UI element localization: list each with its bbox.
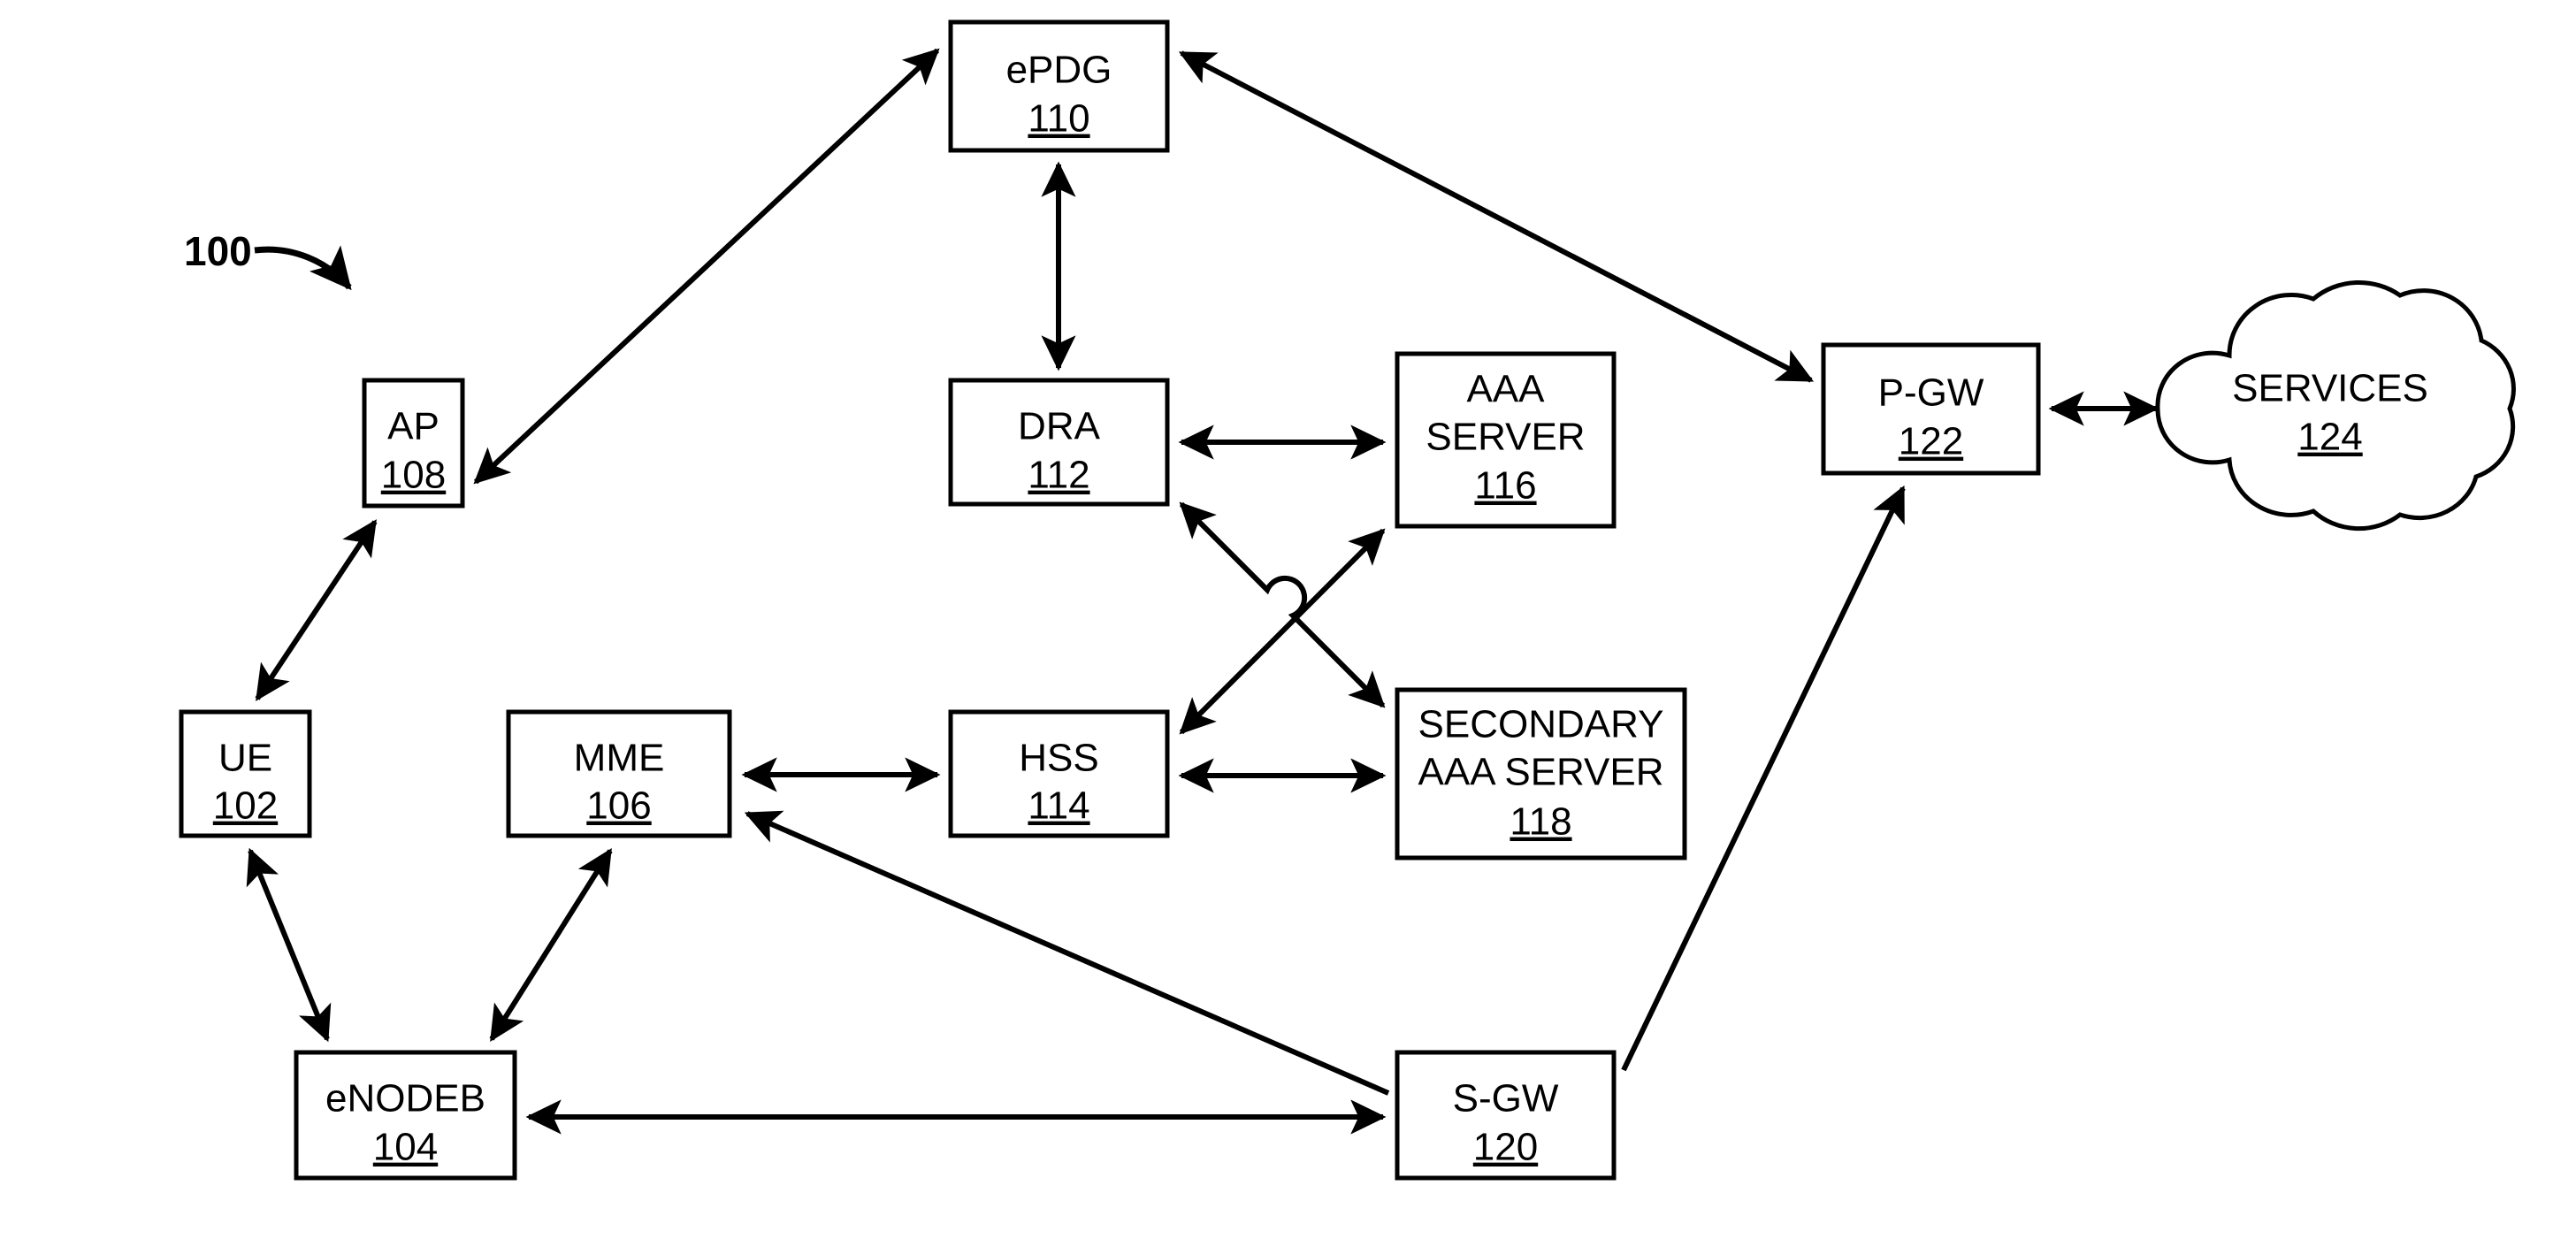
node-dra[interactable]: DRA 112	[948, 378, 1170, 507]
edge-hss-aaa	[1179, 528, 1386, 735]
node-dra-label: DRA	[1018, 405, 1101, 448]
node-services-label: SERVICES	[2232, 367, 2428, 410]
figure-number-lead-arrow	[254, 245, 352, 291]
node-secondary-aaa-server[interactable]: SECONDARY AAA SERVER 118	[1395, 687, 1687, 860]
node-epdg[interactable]: ePDG 110	[948, 19, 1170, 153]
node-enodeb[interactable]: eNODEB 104	[294, 1050, 517, 1181]
node-pgw-ref: 122	[1899, 420, 1963, 463]
node-enodeb-ref: 104	[373, 1126, 438, 1169]
edge-sgw-mme	[744, 810, 1390, 1096]
node-epdg-ref: 110	[1028, 97, 1089, 141]
edges-layer	[246, 48, 2159, 1135]
node-aaa-server[interactable]: AAA SERVER 116	[1395, 351, 1617, 529]
node-pgw-label: P-GW	[1878, 371, 1984, 415]
node-hss[interactable]: HSS 114	[948, 709, 1170, 838]
edge-ap-epdg	[473, 48, 940, 485]
figure-canvas: 100 UE 102 eNODEB 104 MME 106 AP 108 ePD…	[0, 0, 2576, 1239]
node-ap-label: AP	[387, 405, 440, 448]
node-ap-ref: 108	[381, 454, 446, 497]
node-services[interactable]: SERVICES 124	[2155, 279, 2516, 532]
node-sgw-label: S-GW	[1453, 1077, 1559, 1120]
node-ap[interactable]: AP 108	[362, 378, 465, 509]
node-epdg-label: ePDG	[1006, 49, 1112, 92]
edge-ue-enodeb	[246, 847, 332, 1043]
node-services-ref: 124	[2297, 416, 2362, 459]
node-mme-ref: 106	[586, 784, 651, 828]
node-mme-label: MME	[574, 737, 665, 780]
network-architecture-diagram: 100 UE 102 eNODEB 104 MME 106 AP 108 ePD…	[179, 19, 2516, 1181]
node-mme[interactable]: MME 106	[506, 709, 732, 838]
node-ue-ref: 102	[213, 784, 278, 828]
node-ue-label: UE	[218, 737, 272, 780]
node-ue[interactable]: UE 102	[179, 709, 312, 838]
node-sgw[interactable]: S-GW 120	[1395, 1050, 1617, 1181]
node-secondary-aaa-server-label-line2: AAA SERVER	[1418, 751, 1664, 794]
node-hss-ref: 114	[1028, 784, 1089, 828]
node-aaa-server-label-line2: SERVER	[1426, 416, 1585, 459]
node-secondary-aaa-server-label-line1: SECONDARY	[1418, 703, 1664, 746]
node-secondary-aaa-server-ref: 118	[1510, 800, 1571, 844]
node-hss-label: HSS	[1019, 737, 1098, 780]
edge-epdg-pgw	[1178, 50, 1815, 383]
node-enodeb-label: eNODEB	[325, 1077, 485, 1120]
node-pgw[interactable]: P-GW 122	[1821, 342, 2041, 476]
node-dra-ref: 112	[1028, 454, 1089, 497]
edge-ue-ap	[255, 519, 378, 701]
node-sgw-ref: 120	[1473, 1126, 1538, 1169]
node-aaa-server-ref: 116	[1474, 464, 1536, 508]
figure-number: 100	[184, 228, 252, 274]
edge-dra-secaaa	[1179, 501, 1386, 708]
edge-mme-enodeb	[489, 848, 613, 1042]
figure-number-group: 100	[184, 228, 352, 291]
node-aaa-server-label-line1: AAA	[1466, 368, 1545, 411]
